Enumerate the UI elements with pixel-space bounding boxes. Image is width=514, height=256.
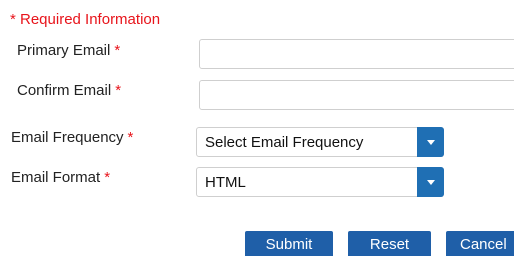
required-information-note: * Required Information bbox=[10, 11, 161, 28]
email-format-label: Email Format * bbox=[11, 169, 110, 186]
required-asterisk: * bbox=[127, 129, 134, 146]
email-frequency-select[interactable]: Select Email Frequency bbox=[196, 127, 444, 157]
primary-email-input[interactable] bbox=[199, 39, 514, 69]
confirm-email-input[interactable] bbox=[199, 80, 514, 110]
email-preferences-form: * Required Information Primary Email * Co… bbox=[0, 0, 514, 256]
email-format-select[interactable]: HTML bbox=[196, 167, 444, 197]
email-frequency-label: Email Frequency * bbox=[11, 129, 133, 146]
submit-button[interactable]: Submit bbox=[245, 231, 333, 256]
email-format-selected-value: HTML bbox=[205, 174, 246, 191]
email-frequency-selected-value: Select Email Frequency bbox=[205, 134, 364, 151]
confirm-email-label-text: Confirm Email bbox=[17, 82, 112, 99]
cancel-button[interactable]: Cancel bbox=[446, 231, 514, 256]
email-frequency-label-text: Email Frequency bbox=[11, 129, 124, 146]
required-asterisk: * bbox=[104, 169, 111, 186]
confirm-email-label: Confirm Email * bbox=[17, 82, 121, 99]
email-format-label-text: Email Format bbox=[11, 169, 101, 186]
chevron-down-icon[interactable] bbox=[417, 167, 444, 197]
reset-button[interactable]: Reset bbox=[348, 231, 431, 256]
required-asterisk: * bbox=[114, 42, 121, 59]
primary-email-label: Primary Email * bbox=[17, 42, 120, 59]
primary-email-label-text: Primary Email bbox=[17, 42, 111, 59]
chevron-down-icon[interactable] bbox=[417, 127, 444, 157]
required-asterisk: * bbox=[115, 82, 122, 99]
